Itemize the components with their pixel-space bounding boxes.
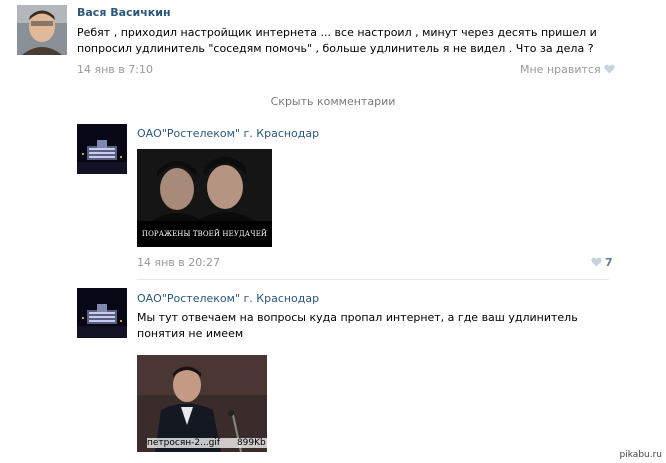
commenter-avatar[interactable]: [77, 288, 127, 338]
comment-text: Мы тут отвечаем на вопросы куда пропал и…: [137, 311, 578, 340]
author-avatar[interactable]: [17, 5, 67, 55]
comment-image[interactable]: ПОРАЖЕНЫ ТВОЕЙ НЕУДАЧЕЙ: [137, 149, 272, 247]
gif-file-size: 899Kb: [236, 438, 266, 448]
gif-file-info: петросян-2...gif 899Kb: [147, 438, 267, 448]
comment-date[interactable]: 14 янв в 20:27: [137, 256, 220, 269]
commenter-avatar[interactable]: [77, 124, 127, 174]
commenter-name[interactable]: ОАО"Ростелеком" г. Краснодар: [137, 127, 319, 140]
gif-attachment[interactable]: петросян-2...gif 899Kb: [137, 355, 267, 452]
like-button[interactable]: Мне нравится: [520, 63, 615, 76]
like-label: Мне нравится: [520, 63, 601, 76]
post-text: Ребят , приходил настройщик интернета ..…: [77, 26, 597, 55]
gif-file-name: петросян-2...gif: [147, 438, 221, 448]
heart-icon: [591, 257, 602, 267]
commenter-name[interactable]: ОАО"Ростелеком" г. Краснодар: [137, 292, 319, 305]
post-author-name[interactable]: Вася Васичкин: [77, 6, 171, 19]
comment-like-count: 7: [605, 256, 613, 269]
comment-divider: [137, 279, 609, 280]
heart-icon: [603, 64, 615, 74]
post-date[interactable]: 14 янв в 7:10: [77, 63, 153, 76]
watermark: pikabu.ru: [619, 450, 662, 460]
image-caption: ПОРАЖЕНЫ ТВОЕЙ НЕУДАЧЕЙ: [137, 221, 272, 247]
comment-like-button[interactable]: 7: [591, 256, 613, 269]
hide-comments-link[interactable]: Скрыть комментарии: [0, 95, 666, 108]
